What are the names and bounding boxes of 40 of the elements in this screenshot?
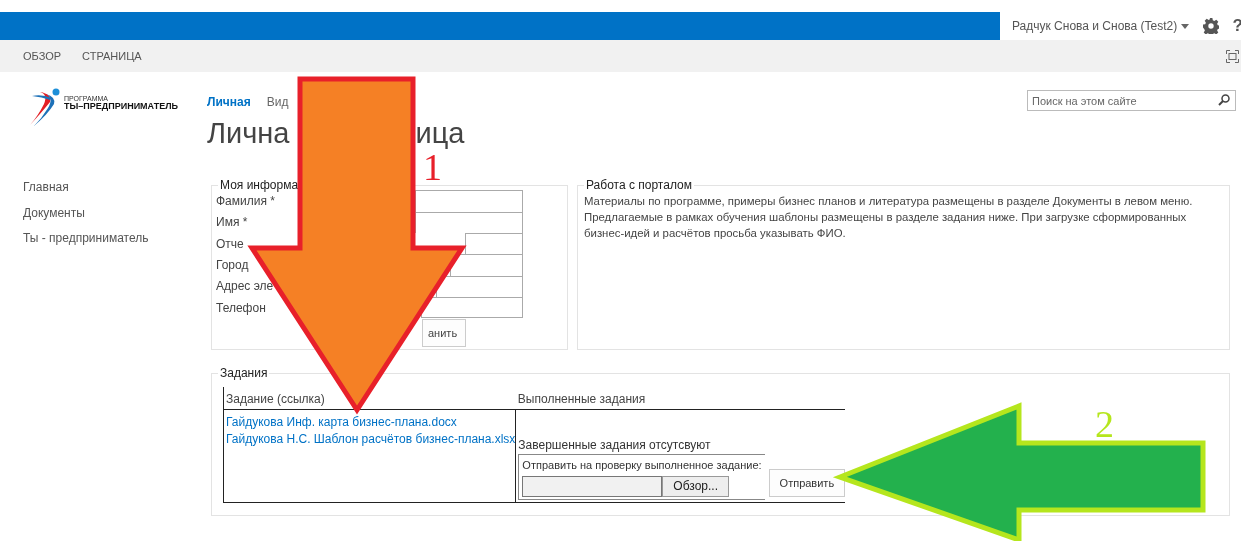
info-paragraph: Материалы по программе, примеры бизнес планов и литература размещены в разделе Документы в левом меню. Предлагаемые в рамках обучения шаблоны размещены в разделе задания ниже. При загрузке сформированных бизнес-идей и расчётов просьба указывать ФИО. bbox=[583, 194, 1194, 242]
annotation-number: 1 bbox=[423, 146, 442, 188]
browse-button[interactable]: Обзор... bbox=[662, 475, 730, 497]
upload-label: Отправить на проверку выполненное задание: bbox=[522, 458, 762, 474]
logo-text: ТЫ–ПРЕДПРИНИМАТЕЛЬ bbox=[64, 102, 178, 112]
field-label: Отче bbox=[216, 236, 244, 251]
page-title: Лична bbox=[207, 119, 290, 148]
send-button[interactable]: Отправить bbox=[768, 468, 846, 497]
panel-legend: Работа с порталом bbox=[584, 178, 694, 193]
sidebar-item[interactable]: Ты - предприниматель bbox=[23, 229, 207, 255]
annotation-number: 2 bbox=[1095, 403, 1114, 445]
field-label: Имя * bbox=[216, 215, 248, 230]
panel-legend: Моя информа bbox=[218, 178, 301, 193]
field-label: Телефон bbox=[216, 300, 266, 315]
input-field[interactable] bbox=[465, 233, 523, 255]
field-label: Фамилия * bbox=[216, 194, 275, 209]
search-field[interactable]: Поиск на этом сайте bbox=[1027, 90, 1236, 111]
column-header: Выполненные задания bbox=[515, 387, 846, 410]
sidebar-item[interactable]: Главная bbox=[23, 178, 207, 204]
field-label: Адрес эле bbox=[216, 279, 274, 294]
input-field[interactable] bbox=[415, 190, 523, 212]
panel-legend: Задания bbox=[218, 366, 270, 381]
ribbon-tab[interactable]: СТРАНИЦА bbox=[82, 47, 142, 65]
file-field[interactable] bbox=[522, 475, 663, 497]
sidebar-item[interactable]: Документы bbox=[23, 203, 207, 229]
search-icon[interactable] bbox=[1218, 94, 1230, 106]
user-menu[interactable]: Радчук Снова и Снова (Test2) bbox=[1000, 17, 1197, 35]
status-text: Завершенные задания отсутсвуют bbox=[518, 437, 712, 455]
save-button[interactable]: анить bbox=[422, 319, 467, 348]
settings-icon[interactable] bbox=[1202, 18, 1219, 34]
page-title: ица bbox=[415, 119, 465, 148]
focus-icon[interactable] bbox=[1226, 49, 1239, 63]
ribbon-tab[interactable]: ОБЗОР bbox=[23, 47, 62, 65]
input-field[interactable] bbox=[450, 254, 523, 276]
file-link[interactable]: Гайдукова Н.С. Шаблон расчётов бизнес-плана.xlsx bbox=[226, 431, 516, 448]
file-link[interactable]: Гайдукова Инф. карта бизнес-плана.docx bbox=[226, 414, 516, 432]
nav-link[interactable]: Вид bbox=[266, 93, 289, 111]
nav-link[interactable]: Личная bbox=[207, 93, 251, 111]
field-label: Город bbox=[216, 257, 249, 272]
caret-icon bbox=[1180, 24, 1189, 30]
